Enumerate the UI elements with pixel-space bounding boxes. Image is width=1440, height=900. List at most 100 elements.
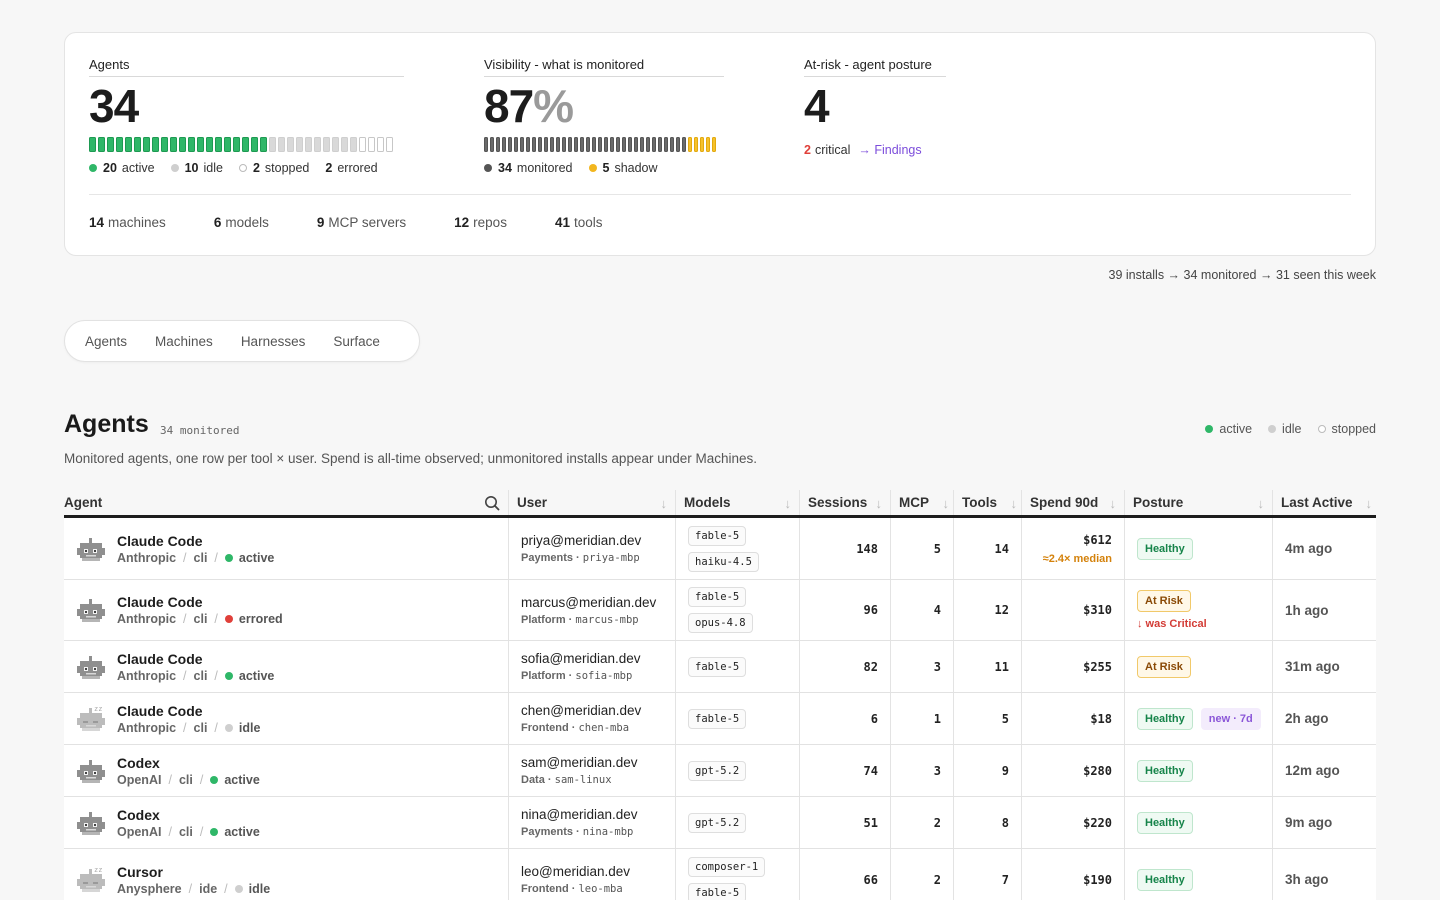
tab-agents[interactable]: Agents <box>85 334 127 349</box>
column-header-posture[interactable]: Posture ↓ <box>1125 490 1273 515</box>
findings-link[interactable]: → Findings <box>858 143 921 157</box>
user-team: Payments <box>521 826 573 838</box>
status-dot-icon <box>238 164 247 172</box>
visibility-stat[interactable]: Visibility - what is monitored 87% 34 mon… <box>484 57 724 175</box>
sessions-cell: 66 <box>800 849 891 900</box>
visibility-bar-segment <box>604 137 608 152</box>
visibility-bar-segment <box>538 137 542 152</box>
visibility-bar-segment <box>634 137 638 152</box>
column-header-models[interactable]: Models ↓ <box>676 490 800 515</box>
visibility-bar-segment <box>496 137 500 152</box>
search-icon[interactable] <box>484 495 500 514</box>
sort-arrow-icon[interactable]: ↓ <box>1258 496 1265 511</box>
agent-status-label: idle <box>248 881 271 896</box>
agent-name[interactable]: Cursor <box>117 864 270 880</box>
column-header-agent[interactable]: Agent <box>64 490 509 515</box>
agents-bar-segment <box>116 137 123 152</box>
column-header-last-active[interactable]: Last Active ↓ <box>1273 490 1376 515</box>
column-label: Agent <box>64 495 103 510</box>
sort-arrow-icon[interactable]: ↓ <box>785 496 792 511</box>
sort-arrow-icon[interactable]: ↓ <box>661 496 668 511</box>
posture-badge[interactable]: At Risk <box>1137 655 1191 678</box>
table-row[interactable]: zz Cursor Anysphere / ide / idle leo@meridian.d… <box>64 849 1376 900</box>
column-header-tools[interactable]: Tools ↓ <box>954 490 1022 515</box>
posture-badge[interactable]: Healthy <box>1137 811 1193 834</box>
column-label: Posture <box>1133 495 1184 510</box>
sort-arrow-icon[interactable]: ↓ <box>1110 496 1117 511</box>
count-models[interactable]: 6 models <box>214 215 269 230</box>
agents-stat[interactable]: Agents 34 20 active 10 idle 2 stopped 2 errored <box>89 57 404 175</box>
inventory-counts: 14 machines 6 models 9 MCP servers 12 repos 41 to… <box>89 215 651 230</box>
mcp-cell: 5 <box>891 518 954 579</box>
posture-badge[interactable]: Healthy <box>1137 537 1193 560</box>
count-machines[interactable]: 14 machines <box>89 215 166 230</box>
column-label: Models <box>684 495 731 510</box>
agent-name[interactable]: Claude Code <box>117 651 274 667</box>
user-email[interactable]: marcus@meridian.dev <box>521 595 675 610</box>
column-header-sessions[interactable]: Sessions ↓ <box>800 490 891 515</box>
sort-arrow-icon[interactable]: ↓ <box>876 496 883 511</box>
separator: / <box>214 668 218 683</box>
user-host: chen-mba <box>578 722 630 734</box>
column-header-mcp[interactable]: MCP ↓ <box>891 490 954 515</box>
table-row[interactable]: Claude Code Anthropic / cli / errored marcus@m… <box>64 580 1376 641</box>
user-email[interactable]: priya@meridian.dev <box>521 533 675 548</box>
atrisk-stat[interactable]: At-risk - agent posture 4 2 critical → F… <box>804 57 946 157</box>
posture-badge[interactable]: Healthy <box>1137 707 1193 730</box>
visibility-bar-segment <box>556 137 560 152</box>
posture-badge[interactable]: Healthy <box>1137 759 1193 782</box>
user-email[interactable]: sofia@meridian.dev <box>521 651 675 666</box>
posture-cell: Healthy <box>1125 797 1273 848</box>
user-email[interactable]: chen@meridian.dev <box>521 703 675 718</box>
spend-value: $190 <box>1083 872 1112 887</box>
agent-name[interactable]: Codex <box>117 807 260 823</box>
agents-bar-segment <box>278 137 285 152</box>
column-header-spend-90d[interactable]: Spend 90d ↓ <box>1022 490 1125 515</box>
visibility-bar-segment <box>508 137 512 152</box>
agents-bar-segment <box>323 137 330 152</box>
agents-bar-segment <box>242 137 249 152</box>
tab-machines[interactable]: Machines <box>155 334 213 349</box>
sort-arrow-icon[interactable]: ↓ <box>1011 496 1018 511</box>
table-row[interactable]: Codex OpenAI / cli / active sam@meridian.dev Da… <box>64 745 1376 797</box>
table-row[interactable]: Claude Code Anthropic / cli / active sofia@mer… <box>64 641 1376 693</box>
sort-arrow-icon[interactable]: ↓ <box>1366 496 1373 511</box>
separator: · <box>565 670 576 682</box>
spend-cell: $18 <box>1022 693 1125 744</box>
mcp-cell: 3 <box>891 641 954 692</box>
column-header-user[interactable]: User ↓ <box>509 490 676 515</box>
tools-cell: 8 <box>954 797 1022 848</box>
count-repos[interactable]: 12 repos <box>454 215 507 230</box>
agent-name[interactable]: Claude Code <box>117 533 274 549</box>
table-row[interactable]: Codex OpenAI / cli / active nina@meridian.dev P… <box>64 797 1376 849</box>
user-email[interactable]: sam@meridian.dev <box>521 755 675 770</box>
user-email[interactable]: leo@meridian.dev <box>521 864 675 879</box>
status-dot-icon <box>484 164 492 172</box>
agents-bar-segment <box>206 137 213 152</box>
agent-meta: Anthropic / cli / active <box>117 551 274 565</box>
agent-kind: cli <box>178 824 193 839</box>
model-chip: gpt-5.2 <box>688 812 747 833</box>
model-chip: fable-5 <box>688 587 747 607</box>
posture-badge[interactable]: At Risk <box>1137 590 1191 612</box>
models-cell: gpt-5.2 <box>676 745 800 796</box>
summary-card: Agents 34 20 active 10 idle 2 stopped 2 errored… <box>64 32 1376 256</box>
tab-surface[interactable]: Surface <box>333 334 380 349</box>
tab-harnesses[interactable]: Harnesses <box>241 334 306 349</box>
user-cell: sam@meridian.dev Data · sam-linux <box>509 745 676 796</box>
posture-badge[interactable]: Healthy <box>1137 868 1193 891</box>
posture-cell: At Risk ↓ was Critical <box>1125 580 1273 640</box>
separator: / <box>183 720 187 735</box>
agent-name[interactable]: Claude Code <box>117 703 260 719</box>
agent-name[interactable]: Claude Code <box>117 594 283 610</box>
count-value: 6 <box>213 215 222 230</box>
agent-name[interactable]: Codex <box>117 755 260 771</box>
table-row[interactable]: Claude Code Anthropic / cli / active priya@mer… <box>64 518 1376 580</box>
section-subtitle: 34 monitored <box>160 424 240 437</box>
table-row[interactable]: zz Claude Code Anthropic / cli / idle chen@meri… <box>64 693 1376 745</box>
user-email[interactable]: nina@meridian.dev <box>521 807 675 822</box>
sort-arrow-icon[interactable]: ↓ <box>943 496 950 511</box>
count-mcp-servers[interactable]: 9 MCP servers <box>317 215 406 230</box>
status-legend-idle: idle <box>1268 422 1302 436</box>
count-tools[interactable]: 41 tools <box>555 215 603 230</box>
